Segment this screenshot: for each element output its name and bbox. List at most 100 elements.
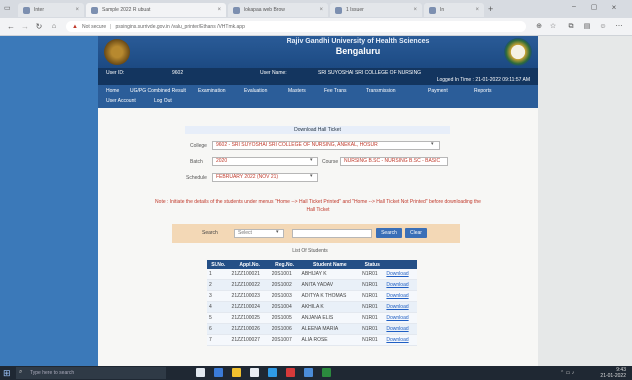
excel-icon[interactable] — [322, 368, 331, 377]
browser-tab[interactable]: In × — [424, 3, 484, 17]
close-tab-icon[interactable]: × — [413, 7, 417, 13]
schedule-selected-value: FEBRUARY 2022 (NOV 21) — [216, 174, 279, 180]
row-reg-no: 20S1001 — [269, 269, 300, 280]
download-link[interactable]: Download — [384, 334, 417, 346]
close-tab-icon[interactable]: × — [75, 7, 79, 13]
students-table: Sl.No. Appl.No. Reg.No. Student Name Sta… — [207, 260, 417, 346]
close-window-icon[interactable]: × — [608, 3, 620, 14]
search-input[interactable] — [292, 229, 372, 238]
tab-label: 1 Issuer — [346, 7, 364, 13]
download-link[interactable]: Download — [384, 269, 417, 280]
user-id-label: User ID: — [106, 70, 125, 76]
url-text: pssingins.surrivde.gov.in /valu_printer/… — [115, 23, 245, 30]
user-id-value: 9602 — [172, 70, 184, 76]
menu-home[interactable]: Home — [106, 88, 119, 94]
browser-tab[interactable]: Inter × — [18, 3, 84, 17]
word-icon[interactable] — [304, 368, 313, 377]
row-serial-no: 3 — [207, 290, 230, 302]
download-link[interactable]: Download — [384, 301, 417, 313]
column-header: Sl.No. — [207, 260, 230, 269]
more-menu-icon[interactable]: ⋯ — [614, 21, 624, 32]
close-tab-icon[interactable]: × — [319, 7, 323, 13]
search-icon: ⌕ — [19, 369, 23, 375]
column-header: Appl.No. — [229, 260, 270, 269]
main-menu: Home UG/PG Combined Result Examination E… — [98, 85, 538, 108]
menu-ug-pg-combined-result[interactable]: UG/PG Combined Result — [130, 88, 186, 94]
row-appl-no: 21ZZ100026 — [229, 323, 270, 335]
collections-icon[interactable]: ▤ — [582, 21, 592, 32]
menu-payment[interactable]: Payment — [428, 88, 448, 94]
browser-tab-active[interactable]: Sample 2022 R ubuat × — [86, 3, 226, 17]
table-caption: List Of Students — [292, 248, 328, 254]
windows-start-icon[interactable]: ⊞ — [3, 368, 13, 378]
menu-masters[interactable]: Masters — [288, 88, 306, 94]
tab-favicon-icon — [91, 6, 98, 14]
column-header: Student Name — [299, 260, 361, 269]
download-link[interactable]: Download — [384, 312, 417, 324]
rguhs-seal-logo — [504, 38, 532, 66]
download-note: Note : Initiate the details of the stude… — [100, 198, 536, 214]
app-icon[interactable] — [286, 368, 295, 377]
store-icon[interactable] — [250, 368, 259, 377]
close-tab-icon[interactable]: × — [475, 7, 479, 13]
menu-log-out[interactable]: Log Out — [154, 98, 172, 104]
course-select[interactable]: NURSING B.SC - NURSING B.SC - BASIC — [340, 157, 448, 166]
system-tray-icons[interactable]: ⌃ ▭ ♪ — [560, 370, 574, 376]
menu-examination[interactable]: Examination — [198, 88, 226, 94]
schedule-select[interactable]: FEBRUARY 2022 (NOV 21) — [212, 173, 318, 182]
row-student-name: AKHILA K — [299, 301, 361, 313]
row-student-name: ABHIJAY K — [299, 269, 361, 280]
table-header-row: Sl.No. Appl.No. Reg.No. Student Name Sta… — [207, 260, 417, 269]
url-security-label: Not secure — [81, 23, 107, 30]
row-appl-no: 21ZZ100021 — [229, 269, 270, 280]
download-link[interactable]: Download — [384, 290, 417, 302]
search-button[interactable]: Search — [376, 228, 402, 238]
reload-icon[interactable]: ↻ — [34, 21, 44, 32]
menu-reports[interactable]: Reports — [474, 88, 492, 94]
row-serial-no: 5 — [207, 312, 230, 324]
menu-fee-trans[interactable]: Fee Trans — [324, 88, 347, 94]
download-link[interactable]: Download — [384, 279, 417, 291]
college-selected-value: 9602 - SRI SUYOSHAI SRI COLLEGE OF NURSI… — [216, 142, 378, 148]
row-appl-no: 21ZZ100024 — [229, 301, 270, 313]
tab-favicon-icon — [429, 6, 436, 14]
chevron-down-icon: ▾ — [276, 229, 279, 235]
window-menu-icon[interactable]: ▭ — [4, 4, 14, 13]
college-select[interactable]: 9602 - SRI SUYOSHAI SRI COLLEGE OF NURSI… — [212, 141, 440, 150]
home-icon[interactable]: ⌂ — [49, 21, 59, 32]
menu-transmission[interactable]: Transmission — [366, 88, 396, 94]
taskbar-search-box[interactable]: ⌕ Type here to search — [16, 367, 166, 379]
browser-tab[interactable]: lokapaa web Brow × — [228, 3, 328, 17]
bookmark-star-icon[interactable]: ☆ — [548, 21, 558, 32]
download-link[interactable]: Download — [384, 323, 417, 335]
college-label: College — [190, 143, 207, 149]
row-student-name: ANITA YADAV — [299, 279, 361, 291]
minimize-icon[interactable]: – — [568, 3, 580, 14]
edge-browser-icon[interactable] — [214, 368, 223, 377]
row-student-name: ADITYA K THOMAS — [299, 290, 361, 302]
close-tab-icon[interactable]: × — [217, 7, 221, 13]
browser-tab-bar: ▭ Inter × Sample 2022 R ubuat × lokapaa … — [0, 0, 632, 18]
new-tab-icon[interactable]: + — [488, 4, 498, 14]
row-student-name: ANJANA ELIS — [299, 312, 361, 324]
file-explorer-icon[interactable] — [232, 368, 241, 377]
row-serial-no: 2 — [207, 279, 230, 291]
task-view-icon[interactable] — [196, 368, 205, 377]
extensions-icon[interactable]: ⧉ — [566, 21, 576, 32]
mail-icon[interactable] — [268, 368, 277, 377]
clock-date[interactable]: 21-01-2022 — [594, 373, 626, 379]
menu-evaluation[interactable]: Evaluation — [244, 88, 267, 94]
address-bar[interactable]: ▲ Not secure | pssingins.surrivde.gov.in… — [66, 21, 526, 32]
profile-icon[interactable]: ☺ — [598, 21, 608, 32]
batch-label: Batch — [190, 159, 203, 165]
back-icon[interactable]: ← — [6, 21, 16, 32]
browser-tab[interactable]: 1 Issuer × — [330, 3, 422, 17]
batch-select[interactable]: 2020 — [212, 157, 318, 166]
clear-button[interactable]: Clear — [405, 228, 427, 238]
menu-user-account[interactable]: User Account — [106, 98, 136, 104]
forward-icon[interactable]: → — [20, 21, 30, 32]
zoom-icon[interactable]: ⊕ — [534, 21, 544, 32]
row-appl-no: 21ZZ100023 — [229, 290, 270, 302]
row-reg-no: 20S1006 — [269, 323, 300, 335]
maximize-icon[interactable]: ▢ — [588, 3, 600, 14]
